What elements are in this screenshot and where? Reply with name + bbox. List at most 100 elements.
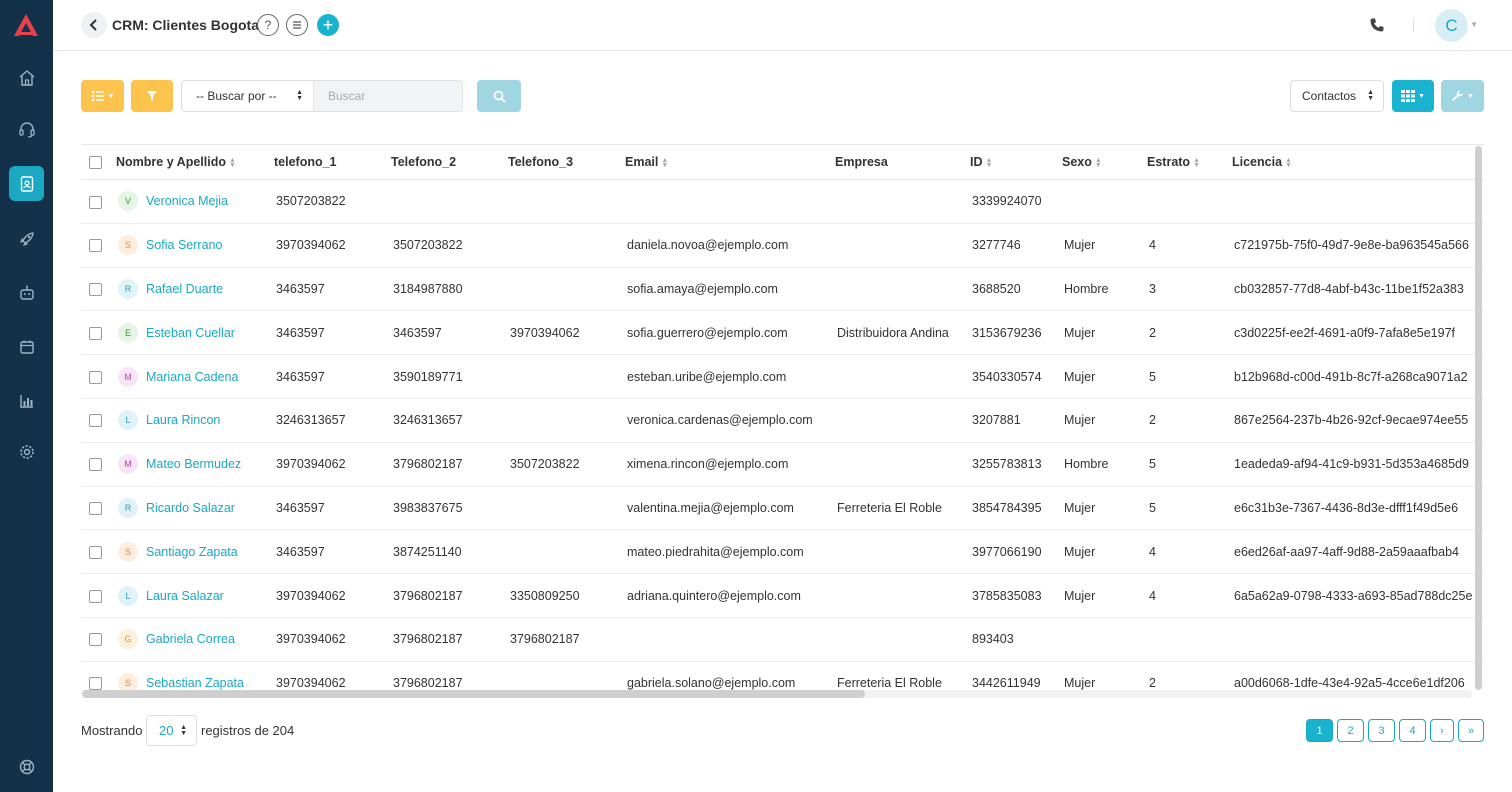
page-size-select[interactable]: 20 ▲ ▼ xyxy=(146,715,197,746)
contact-name-link[interactable]: Santiago Zapata xyxy=(146,545,238,559)
row-checkbox[interactable] xyxy=(89,633,102,647)
page-button-4[interactable]: 4 xyxy=(1399,719,1426,742)
horizontal-scrollbar[interactable] xyxy=(82,690,1472,698)
add-button[interactable]: + xyxy=(317,14,339,36)
select-all-checkbox[interactable] xyxy=(89,156,102,170)
list-button[interactable] xyxy=(286,14,308,36)
name-cell[interactable]: S Santiago Zapata xyxy=(116,529,274,575)
contact-name-link[interactable]: Ricardo Salazar xyxy=(146,501,235,515)
column-header-name[interactable]: Nombre y Apellido ▲ ▼ xyxy=(116,144,274,180)
filter-button[interactable] xyxy=(131,80,173,112)
phone-icon[interactable] xyxy=(1369,17,1385,33)
page-button-3[interactable]: 3 xyxy=(1368,719,1395,742)
list-view-button[interactable]: ▼ xyxy=(81,80,124,112)
table-row[interactable]: G Gabriela Correa 3970394062 3796802187 3796… xyxy=(81,617,1484,662)
table-row[interactable]: M Mateo Bermudez 3970394062 3796802187 35072… xyxy=(81,442,1484,487)
row-select-cell[interactable] xyxy=(81,617,116,662)
row-select-cell[interactable] xyxy=(81,442,116,487)
page-button-1[interactable]: 1 xyxy=(1306,719,1333,742)
column-header-email[interactable]: Email ▲ ▼ xyxy=(625,144,835,180)
name-cell[interactable]: R Ricardo Salazar xyxy=(116,486,274,531)
table-row[interactable]: S Santiago Zapata 3463597 3874251140 mateo.p… xyxy=(81,529,1484,575)
name-cell[interactable]: L Laura Salazar xyxy=(116,573,274,618)
logo-icon[interactable] xyxy=(12,12,40,38)
sidebar-item-crm[interactable] xyxy=(9,166,44,201)
contact-name-link[interactable]: Sebastian Zapata xyxy=(146,676,244,690)
sidebar-item-home[interactable] xyxy=(9,60,44,95)
search-button[interactable] xyxy=(477,80,521,112)
table-row[interactable]: L Laura Rincon 3246313657 3246313657 veronic… xyxy=(81,398,1484,443)
row-select-cell[interactable] xyxy=(81,661,116,691)
row-checkbox[interactable] xyxy=(89,326,102,340)
row-checkbox[interactable] xyxy=(89,370,102,384)
sidebar-item-help[interactable] xyxy=(9,749,44,784)
avatar[interactable]: C xyxy=(1435,9,1468,42)
table-row[interactable]: M Mariana Cadena 3463597 3590189771 esteban.… xyxy=(81,354,1484,399)
name-cell[interactable]: M Mariana Cadena xyxy=(116,354,274,399)
name-cell[interactable]: L Laura Rincon xyxy=(116,398,274,443)
name-cell[interactable]: M Mateo Bermudez xyxy=(116,442,274,487)
row-select-cell[interactable] xyxy=(81,573,116,618)
vertical-scrollbar[interactable] xyxy=(1475,146,1482,690)
contact-name-link[interactable]: Esteban Cuellar xyxy=(146,326,235,340)
column-header-id[interactable]: ID ▲ ▼ xyxy=(970,144,1062,180)
search-input[interactable] xyxy=(313,80,463,112)
name-cell[interactable]: R Rafael Duarte xyxy=(116,267,274,312)
row-select-cell[interactable] xyxy=(81,310,116,356)
scrollbar-thumb[interactable] xyxy=(82,690,865,698)
row-checkbox[interactable] xyxy=(89,195,102,209)
table-row[interactable]: L Laura Salazar 3970394062 3796802187 335080… xyxy=(81,573,1484,618)
sidebar-item-support[interactable] xyxy=(9,112,44,147)
grid-view-button[interactable]: ▼ xyxy=(1392,80,1434,112)
contact-name-link[interactable]: Laura Salazar xyxy=(146,589,224,603)
search-by-select[interactable]: -- Buscar por -- ▲ ▼ xyxy=(181,80,314,112)
row-checkbox[interactable] xyxy=(89,283,102,297)
row-select-cell[interactable] xyxy=(81,354,116,399)
column-header-licencia[interactable]: Licencia ▲ ▼ xyxy=(1232,144,1484,180)
contact-name-link[interactable]: Mateo Bermudez xyxy=(146,457,241,471)
sidebar-item-reports[interactable] xyxy=(9,383,44,418)
contact-name-link[interactable]: Laura Rincon xyxy=(146,413,220,427)
scrollbar-thumb[interactable] xyxy=(1475,146,1482,690)
page-button-2[interactable]: 2 xyxy=(1337,719,1364,742)
name-cell[interactable]: S Sofia Serrano xyxy=(116,223,274,268)
table-row[interactable]: S Sofia Serrano 3970394062 3507203822 daniel… xyxy=(81,223,1484,268)
table-row[interactable]: R Ricardo Salazar 3463597 3983837675 valenti… xyxy=(81,486,1484,531)
row-checkbox[interactable] xyxy=(89,458,102,472)
name-cell[interactable]: S Sebastian Zapata xyxy=(116,661,274,691)
row-select-cell[interactable] xyxy=(81,179,116,224)
row-checkbox[interactable] xyxy=(89,677,102,691)
table-row[interactable]: R Rafael Duarte 3463597 3184987880 sofia.ama… xyxy=(81,267,1484,312)
column-header-estrato[interactable]: Estrato ▲ ▼ xyxy=(1147,144,1232,180)
column-header-sexo[interactable]: Sexo ▲ ▼ xyxy=(1062,144,1147,180)
row-select-cell[interactable] xyxy=(81,486,116,531)
name-cell[interactable]: G Gabriela Correa xyxy=(116,617,274,662)
contact-name-link[interactable]: Sofia Serrano xyxy=(146,238,222,252)
row-checkbox[interactable] xyxy=(89,545,102,559)
contact-name-link[interactable]: Mariana Cadena xyxy=(146,370,238,384)
back-button[interactable] xyxy=(81,12,107,38)
row-checkbox[interactable] xyxy=(89,414,102,428)
sidebar-item-calendar[interactable] xyxy=(9,329,44,364)
next-page-button[interactable]: › xyxy=(1430,719,1454,742)
row-select-cell[interactable] xyxy=(81,223,116,268)
name-cell[interactable]: V Veronica Mejia xyxy=(116,179,274,224)
chevron-down-icon[interactable]: ▼ xyxy=(1470,20,1478,29)
row-select-cell[interactable] xyxy=(81,398,116,443)
select-all-cell[interactable] xyxy=(81,144,116,180)
row-checkbox[interactable] xyxy=(89,502,102,516)
contact-name-link[interactable]: Veronica Mejia xyxy=(146,194,228,208)
row-select-cell[interactable] xyxy=(81,267,116,312)
tools-button[interactable]: ▼ xyxy=(1441,80,1484,112)
help-button[interactable]: ? xyxy=(257,14,279,36)
table-row[interactable]: V Veronica Mejia 3507203822 3339924070 xyxy=(81,179,1484,224)
sidebar-item-campaigns[interactable] xyxy=(9,221,44,256)
row-checkbox[interactable] xyxy=(89,239,102,253)
view-select[interactable]: Contactos ▲ ▼ xyxy=(1290,80,1384,112)
name-cell[interactable]: E Esteban Cuellar xyxy=(116,310,274,356)
contact-name-link[interactable]: Gabriela Correa xyxy=(146,632,235,646)
table-row[interactable]: E Esteban Cuellar 3463597 3463597 3970394062… xyxy=(81,310,1484,356)
row-select-cell[interactable] xyxy=(81,529,116,575)
table-row[interactable]: S Sebastian Zapata 3970394062 3796802187 gab… xyxy=(81,661,1484,691)
last-page-button[interactable]: » xyxy=(1458,719,1484,742)
